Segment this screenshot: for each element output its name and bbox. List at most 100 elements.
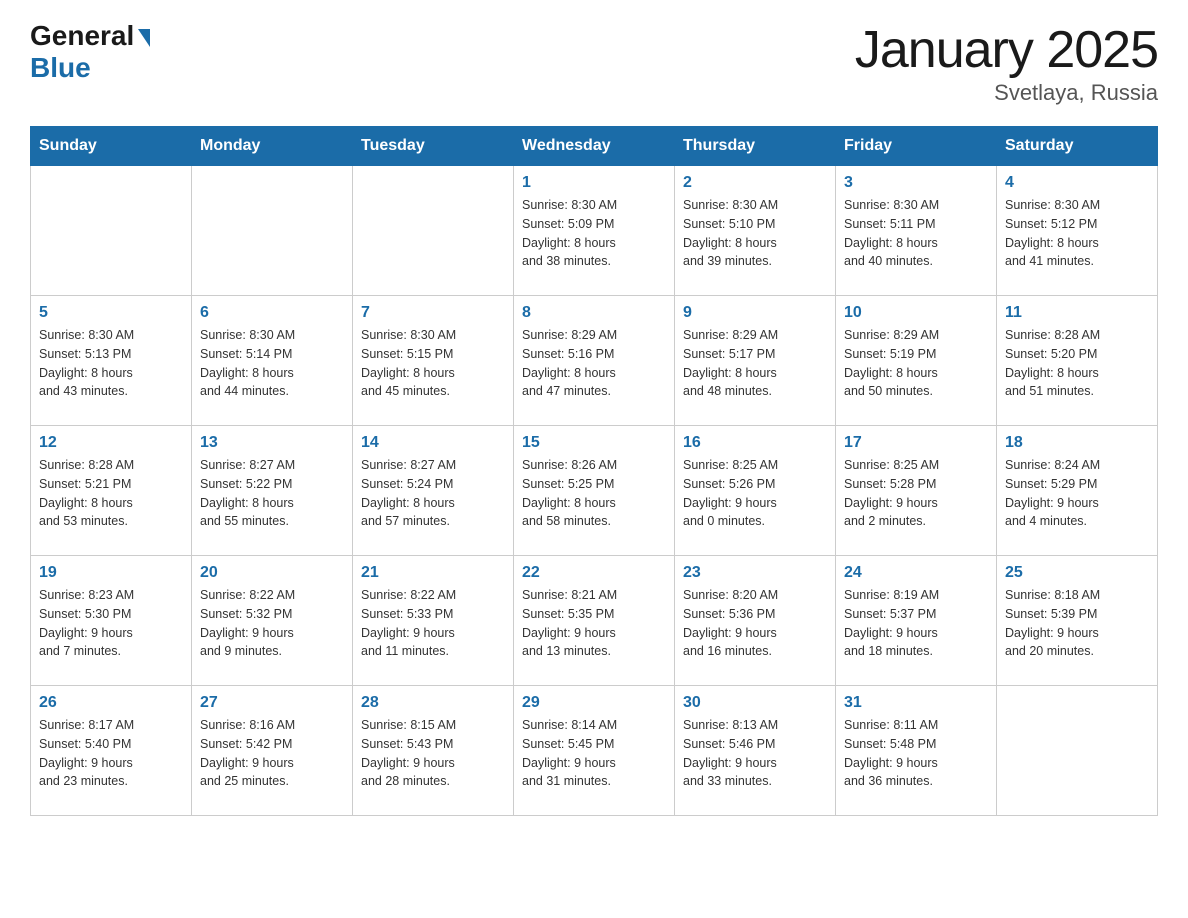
week-row-2: 5Sunrise: 8:30 AMSunset: 5:13 PMDaylight… bbox=[31, 296, 1158, 426]
day-info: Sunrise: 8:24 AMSunset: 5:29 PMDaylight:… bbox=[1005, 456, 1149, 531]
day-number: 27 bbox=[200, 694, 344, 712]
day-number: 9 bbox=[683, 304, 827, 322]
column-header-friday: Friday bbox=[836, 127, 997, 166]
column-header-tuesday: Tuesday bbox=[353, 127, 514, 166]
day-cell: 27Sunrise: 8:16 AMSunset: 5:42 PMDayligh… bbox=[192, 686, 353, 816]
logo-general: General bbox=[30, 20, 150, 52]
day-cell bbox=[192, 166, 353, 296]
day-number: 3 bbox=[844, 174, 988, 192]
day-cell: 7Sunrise: 8:30 AMSunset: 5:15 PMDaylight… bbox=[353, 296, 514, 426]
day-info: Sunrise: 8:22 AMSunset: 5:32 PMDaylight:… bbox=[200, 586, 344, 661]
day-cell: 12 Sunrise: 8:28 AMSunset: 5:21 PMDayligh… bbox=[31, 426, 192, 556]
day-number: 11 bbox=[1005, 304, 1149, 322]
day-cell: 23Sunrise: 8:20 AMSunset: 5:36 PMDayligh… bbox=[675, 556, 836, 686]
day-number: 21 bbox=[361, 564, 505, 582]
logo-blue-text: Blue bbox=[30, 52, 91, 84]
day-info: Sunrise: 8:29 AMSunset: 5:19 PMDaylight:… bbox=[844, 326, 988, 401]
day-number: 23 bbox=[683, 564, 827, 582]
day-cell: 24 Sunrise: 8:19 AMSunset: 5:37 PMDayligh… bbox=[836, 556, 997, 686]
day-info: Sunrise: 8:13 AMSunset: 5:46 PMDaylight:… bbox=[683, 716, 827, 791]
day-cell bbox=[353, 166, 514, 296]
calendar-header-row: SundayMondayTuesdayWednesdayThursdayFrid… bbox=[31, 127, 1158, 166]
calendar: SundayMondayTuesdayWednesdayThursdayFrid… bbox=[30, 126, 1158, 816]
day-number: 26 bbox=[39, 694, 183, 712]
day-number: 28 bbox=[361, 694, 505, 712]
week-row-4: 19Sunrise: 8:23 AMSunset: 5:30 PMDayligh… bbox=[31, 556, 1158, 686]
day-cell: 11 Sunrise: 8:28 AMSunset: 5:20 PMDayligh… bbox=[997, 296, 1158, 426]
day-info: Sunrise: 8:28 AMSunset: 5:20 PMDaylight:… bbox=[1005, 326, 1149, 401]
day-cell: 20 Sunrise: 8:22 AMSunset: 5:32 PMDayligh… bbox=[192, 556, 353, 686]
logo: General Blue bbox=[30, 20, 150, 84]
logo-triangle-icon bbox=[138, 29, 150, 47]
column-header-wednesday: Wednesday bbox=[514, 127, 675, 166]
page-header: General Blue January 2025 Svetlaya, Russ… bbox=[0, 0, 1188, 116]
calendar-title: January 2025 bbox=[855, 20, 1158, 80]
column-header-monday: Monday bbox=[192, 127, 353, 166]
day-info: Sunrise: 8:14 AMSunset: 5:45 PMDaylight:… bbox=[522, 716, 666, 791]
day-cell: 5Sunrise: 8:30 AMSunset: 5:13 PMDaylight… bbox=[31, 296, 192, 426]
day-number: 4 bbox=[1005, 174, 1149, 192]
day-cell: 30 Sunrise: 8:13 AMSunset: 5:46 PMDayligh… bbox=[675, 686, 836, 816]
calendar-subtitle: Svetlaya, Russia bbox=[855, 80, 1158, 106]
week-row-1: 1 Sunrise: 8:30 AMSunset: 5:09 PMDaylight… bbox=[31, 166, 1158, 296]
day-number: 14 bbox=[361, 434, 505, 452]
day-number: 2 bbox=[683, 174, 827, 192]
week-row-3: 12 Sunrise: 8:28 AMSunset: 5:21 PMDayligh… bbox=[31, 426, 1158, 556]
day-number: 30 bbox=[683, 694, 827, 712]
day-number: 31 bbox=[844, 694, 988, 712]
day-number: 5 bbox=[39, 304, 183, 322]
day-info: Sunrise: 8:11 AMSunset: 5:48 PMDaylight:… bbox=[844, 716, 988, 791]
day-cell bbox=[997, 686, 1158, 816]
day-cell: 21 Sunrise: 8:22 AMSunset: 5:33 PMDayligh… bbox=[353, 556, 514, 686]
day-number: 20 bbox=[200, 564, 344, 582]
column-header-saturday: Saturday bbox=[997, 127, 1158, 166]
day-number: 29 bbox=[522, 694, 666, 712]
day-cell: 18 Sunrise: 8:24 AMSunset: 5:29 PMDayligh… bbox=[997, 426, 1158, 556]
day-info: Sunrise: 8:30 AMSunset: 5:14 PMDaylight:… bbox=[200, 326, 344, 401]
day-info: Sunrise: 8:29 AMSunset: 5:17 PMDaylight:… bbox=[683, 326, 827, 401]
day-number: 15 bbox=[522, 434, 666, 452]
day-number: 12 bbox=[39, 434, 183, 452]
day-number: 17 bbox=[844, 434, 988, 452]
day-info: Sunrise: 8:15 AMSunset: 5:43 PMDaylight:… bbox=[361, 716, 505, 791]
column-header-sunday: Sunday bbox=[31, 127, 192, 166]
day-number: 1 bbox=[522, 174, 666, 192]
day-cell: 31 Sunrise: 8:11 AMSunset: 5:48 PMDayligh… bbox=[836, 686, 997, 816]
day-cell: 6 Sunrise: 8:30 AMSunset: 5:14 PMDaylight… bbox=[192, 296, 353, 426]
day-cell: 29 Sunrise: 8:14 AMSunset: 5:45 PMDayligh… bbox=[514, 686, 675, 816]
day-cell: 2Sunrise: 8:30 AMSunset: 5:10 PMDaylight… bbox=[675, 166, 836, 296]
day-cell: 14 Sunrise: 8:27 AMSunset: 5:24 PMDayligh… bbox=[353, 426, 514, 556]
day-number: 25 bbox=[1005, 564, 1149, 582]
day-number: 18 bbox=[1005, 434, 1149, 452]
day-info: Sunrise: 8:22 AMSunset: 5:33 PMDaylight:… bbox=[361, 586, 505, 661]
day-info: Sunrise: 8:28 AMSunset: 5:21 PMDaylight:… bbox=[39, 456, 183, 531]
day-cell: 10Sunrise: 8:29 AMSunset: 5:19 PMDayligh… bbox=[836, 296, 997, 426]
day-info: Sunrise: 8:18 AMSunset: 5:39 PMDaylight:… bbox=[1005, 586, 1149, 661]
day-number: 24 bbox=[844, 564, 988, 582]
week-row-5: 26 Sunrise: 8:17 AMSunset: 5:40 PMDayligh… bbox=[31, 686, 1158, 816]
day-cell: 22 Sunrise: 8:21 AMSunset: 5:35 PMDayligh… bbox=[514, 556, 675, 686]
day-info: Sunrise: 8:17 AMSunset: 5:40 PMDaylight:… bbox=[39, 716, 183, 791]
day-cell: 25 Sunrise: 8:18 AMSunset: 5:39 PMDayligh… bbox=[997, 556, 1158, 686]
day-info: Sunrise: 8:27 AMSunset: 5:24 PMDaylight:… bbox=[361, 456, 505, 531]
day-info: Sunrise: 8:23 AMSunset: 5:30 PMDaylight:… bbox=[39, 586, 183, 661]
day-number: 22 bbox=[522, 564, 666, 582]
day-cell: 13 Sunrise: 8:27 AMSunset: 5:22 PMDayligh… bbox=[192, 426, 353, 556]
day-info: Sunrise: 8:25 AMSunset: 5:26 PMDaylight:… bbox=[683, 456, 827, 531]
day-cell: 16Sunrise: 8:25 AMSunset: 5:26 PMDayligh… bbox=[675, 426, 836, 556]
day-info: Sunrise: 8:29 AMSunset: 5:16 PMDaylight:… bbox=[522, 326, 666, 401]
day-info: Sunrise: 8:25 AMSunset: 5:28 PMDaylight:… bbox=[844, 456, 988, 531]
day-cell: 15Sunrise: 8:26 AMSunset: 5:25 PMDayligh… bbox=[514, 426, 675, 556]
day-number: 13 bbox=[200, 434, 344, 452]
day-number: 6 bbox=[200, 304, 344, 322]
day-cell: 8Sunrise: 8:29 AMSunset: 5:16 PMDaylight… bbox=[514, 296, 675, 426]
title-block: January 2025 Svetlaya, Russia bbox=[855, 20, 1158, 106]
day-info: Sunrise: 8:30 AMSunset: 5:09 PMDaylight:… bbox=[522, 196, 666, 271]
day-info: Sunrise: 8:27 AMSunset: 5:22 PMDaylight:… bbox=[200, 456, 344, 531]
day-cell bbox=[31, 166, 192, 296]
day-cell: 17 Sunrise: 8:25 AMSunset: 5:28 PMDayligh… bbox=[836, 426, 997, 556]
day-cell: 19Sunrise: 8:23 AMSunset: 5:30 PMDayligh… bbox=[31, 556, 192, 686]
day-info: Sunrise: 8:30 AMSunset: 5:15 PMDaylight:… bbox=[361, 326, 505, 401]
day-info: Sunrise: 8:19 AMSunset: 5:37 PMDaylight:… bbox=[844, 586, 988, 661]
day-info: Sunrise: 8:21 AMSunset: 5:35 PMDaylight:… bbox=[522, 586, 666, 661]
